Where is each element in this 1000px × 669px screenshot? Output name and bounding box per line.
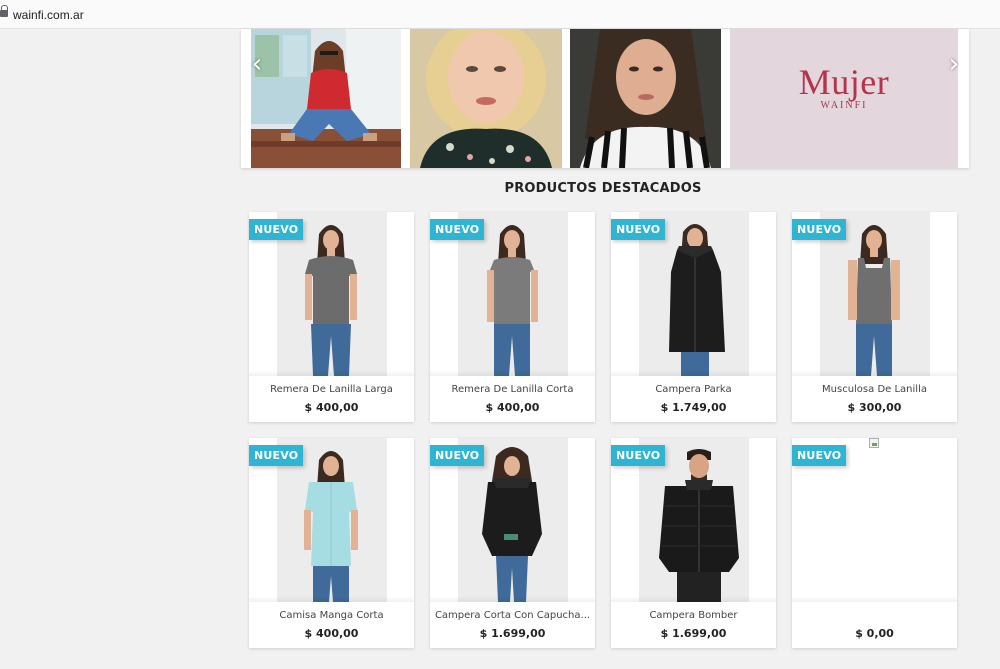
browser-address-bar[interactable]: wainfi.com.ar [0, 0, 1000, 29]
product-price: $ 400,00 [304, 627, 359, 640]
product-name[interactable]: Remera De Lanilla Larga [253, 384, 410, 395]
product-card[interactable]: NUEVO Musculosa De Lanilla $ 300,00 [792, 212, 957, 422]
banner-title: Mujer [798, 62, 890, 102]
carousel-slide-banner[interactable]: Mujer WAINFI [730, 29, 958, 168]
new-badge: NUEVO [792, 219, 847, 240]
banner-subtitle: WAINFI [820, 100, 868, 111]
new-badge: NUEVO [792, 445, 847, 466]
product-card[interactable]: NUEVO Remera De Lanilla Corta $ 400,00 [430, 212, 595, 422]
product-name[interactable]: Remera De Lanilla Corta [434, 384, 591, 395]
product-price: $ 1.749,00 [660, 401, 727, 414]
new-badge: NUEVO [430, 219, 485, 240]
carousel-slide-1[interactable] [251, 29, 401, 168]
product-price: $ 0,00 [855, 627, 894, 640]
product-card[interactable]: NUEVO Remera De Lanilla Larga $ 400,00 [249, 212, 414, 422]
product-card[interactable]: NUEVO Campera Parka $ 1.749,00 [611, 212, 776, 422]
product-name[interactable]: Campera Bomber [615, 610, 772, 621]
address-url[interactable]: wainfi.com.ar [13, 8, 84, 22]
new-badge: NUEVO [430, 445, 485, 466]
carousel-slide-3[interactable] [570, 29, 721, 168]
product-card[interactable]: NUEVO $ 0,00 [792, 438, 957, 648]
product-price: $ 300,00 [847, 401, 902, 414]
product-price: $ 1.699,00 [479, 627, 546, 640]
section-title: PRODUCTOS DESTACADOS [504, 181, 702, 196]
carousel-slide-2[interactable] [410, 29, 562, 168]
carousel-next-arrow-icon[interactable]: › [944, 51, 964, 77]
product-card[interactable]: NUEVO Camisa Manga Corta $ 400,00 [249, 438, 414, 648]
product-name[interactable]: Camisa Manga Corta [253, 610, 410, 621]
hero-carousel: Mujer WAINFI ‹ › [241, 29, 969, 168]
product-price: $ 400,00 [485, 401, 540, 414]
product-name[interactable]: Campera Corta Con Capucha... [434, 610, 591, 621]
new-badge: NUEVO [249, 219, 304, 240]
product-name[interactable]: Musculosa De Lanilla [796, 384, 953, 395]
product-price: $ 1.699,00 [660, 627, 727, 640]
new-badge: NUEVO [249, 445, 304, 466]
broken-image-icon [869, 438, 879, 448]
new-badge: NUEVO [611, 445, 666, 466]
carousel-prev-arrow-icon[interactable]: ‹ [247, 51, 267, 77]
product-price: $ 400,00 [304, 401, 359, 414]
new-badge: NUEVO [611, 219, 666, 240]
lock-icon [0, 5, 8, 19]
product-card[interactable]: NUEVO Campera Corta Con Capucha... $ 1.6… [430, 438, 595, 648]
product-name[interactable]: Campera Parka [615, 384, 772, 395]
product-card[interactable]: NUEVO Campera Bomber $ 1.699,00 [611, 438, 776, 648]
